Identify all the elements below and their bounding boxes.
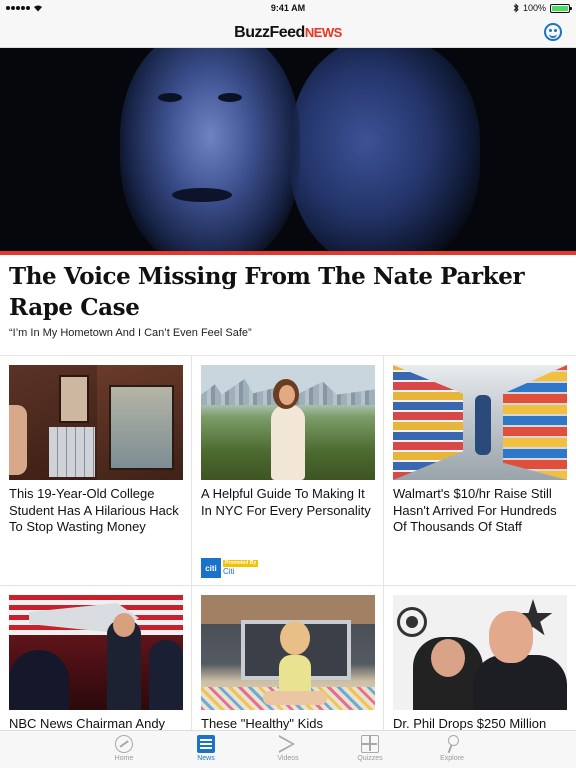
play-icon [279, 735, 297, 753]
section-divider [0, 355, 576, 356]
article-title: This 19-Year-Old College Student Has A H… [9, 486, 179, 534]
promoted-label: Promoted By [223, 559, 259, 567]
hero-face [120, 48, 300, 251]
hero-headline[interactable]: The Voice Missing From The Nate Parker R… [9, 261, 559, 323]
battery-percent: 100% [522, 3, 546, 13]
tab-label: Explore [440, 755, 464, 762]
smiley-face-icon[interactable] [544, 23, 562, 41]
trending-icon [115, 735, 133, 753]
article-thumbnail [393, 595, 567, 710]
hero-accent-bar [0, 251, 576, 255]
status-bar: 9:41 AM 100% [0, 0, 576, 18]
hero-eyes [158, 93, 248, 105]
tab-bar: Home News Videos Quizzes Explore [0, 730, 576, 768]
tab-videos[interactable]: Videos [265, 735, 311, 768]
article-card[interactable]: This 19-Year-Old College Student Has A H… [9, 365, 183, 580]
news-icon [197, 735, 215, 753]
logo-news: NEWS [304, 25, 343, 40]
tab-label: Videos [277, 755, 299, 762]
battery-fill [552, 5, 568, 11]
column-divider [191, 356, 192, 730]
article-card[interactable]: Walmart's $10/hr Raise Still Hasn't Arri… [393, 365, 567, 580]
article-thumbnail [393, 365, 567, 480]
hero-image[interactable] [0, 48, 576, 251]
cbs-logo [397, 607, 427, 637]
article-title: A Helpful Guide To Making It In NYC For … [201, 486, 371, 518]
article-thumbnail [9, 365, 183, 480]
buzzfeed-news-logo[interactable]: BuzzFeedNEWS [0, 24, 576, 42]
bluetooth-icon [513, 3, 519, 13]
column-divider [383, 356, 384, 730]
status-right: 100% [513, 3, 572, 13]
article-thumbnail [201, 365, 375, 480]
tab-label: News [197, 755, 215, 762]
quiz-grid-icon [361, 735, 379, 753]
citi-logo: citi [201, 558, 221, 578]
tab-explore[interactable]: Explore [429, 735, 475, 768]
hero-shadow-face [290, 48, 480, 251]
hero-mouth [172, 188, 232, 202]
promoted-badge: citi Promoted By Citi [201, 558, 259, 578]
article-title: Walmart's $10/hr Raise Still Hasn't Arri… [393, 486, 557, 534]
tab-label: Home [114, 755, 134, 762]
tab-home[interactable]: Home [101, 735, 147, 768]
article-thumbnail [9, 595, 183, 710]
article-card[interactable]: These "Healthy" Kids [201, 595, 375, 731]
row-divider [0, 585, 576, 586]
logo-buzzfeed: BuzzFeed [234, 24, 305, 41]
article-card[interactable]: A Helpful Guide To Making It In NYC For … [201, 365, 375, 580]
tab-quizzes[interactable]: Quizzes [347, 735, 393, 768]
battery-icon [550, 3, 572, 13]
article-card[interactable]: NBC News Chairman Andy [9, 595, 183, 731]
search-icon [443, 735, 461, 753]
tab-label: Quizzes [357, 755, 383, 762]
hero-subheadline: “I’m In My Hometown And I Can’t Even Fee… [9, 327, 252, 339]
tab-news[interactable]: News [183, 735, 229, 768]
status-time: 9:41 AM [270, 3, 306, 13]
nav-bar: BuzzFeedNEWS [0, 18, 576, 48]
sponsor-name: Citi [223, 566, 235, 576]
article-thumbnail [201, 595, 375, 710]
article-card[interactable]: Dr. Phil Drops $250 Million [393, 595, 567, 731]
